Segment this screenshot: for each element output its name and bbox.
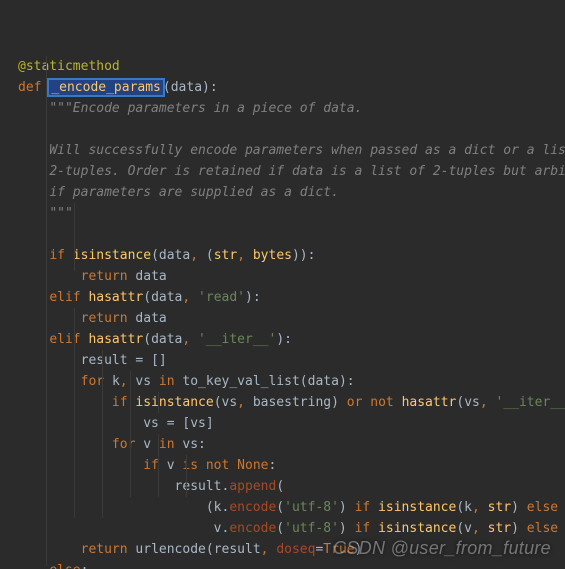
isinstance: isinstance — [73, 248, 151, 263]
append: append — [229, 479, 276, 494]
kw-is: is — [182, 458, 198, 473]
encode: encode — [229, 500, 276, 515]
hasattr: hasattr — [88, 290, 143, 305]
sig-close: ): — [202, 80, 218, 95]
str-iter: '__iter__' — [198, 332, 276, 347]
indent-guides — [18, 14, 34, 569]
kw-else: else — [49, 563, 80, 569]
kw-if: if — [49, 248, 65, 263]
kw-elif: elif — [49, 290, 80, 305]
kw-or: or — [347, 395, 363, 410]
decorator: @staticmethod — [18, 59, 120, 74]
arg-data: data — [171, 80, 202, 95]
kw-for: for — [81, 374, 104, 389]
kw-not: not — [370, 395, 393, 410]
kw-true: True — [323, 542, 354, 557]
str-utf8: 'utf-8' — [284, 500, 339, 515]
docstring-close: """ — [49, 206, 72, 221]
kwarg-doseq: doseq — [276, 542, 315, 557]
kw-none: None — [237, 458, 268, 473]
fn-name-selected[interactable]: _encode_params — [47, 78, 165, 97]
doc-l3: if parameters are supplied as a dict. — [49, 185, 339, 200]
sig-open: ( — [163, 80, 171, 95]
code-editor: @staticmethod def _encode_params(data): … — [0, 0, 565, 569]
kw-in: in — [159, 374, 175, 389]
kw-def: def — [18, 80, 41, 95]
doc-l1: Will successfully encode parameters when… — [49, 143, 565, 158]
str-read: 'read' — [198, 290, 245, 305]
docstring-open: """Encode parameters in a piece of data. — [49, 101, 362, 116]
kw-return: return — [81, 269, 128, 284]
doc-l2: 2-tuples. Order is retained if data is a… — [49, 164, 565, 179]
